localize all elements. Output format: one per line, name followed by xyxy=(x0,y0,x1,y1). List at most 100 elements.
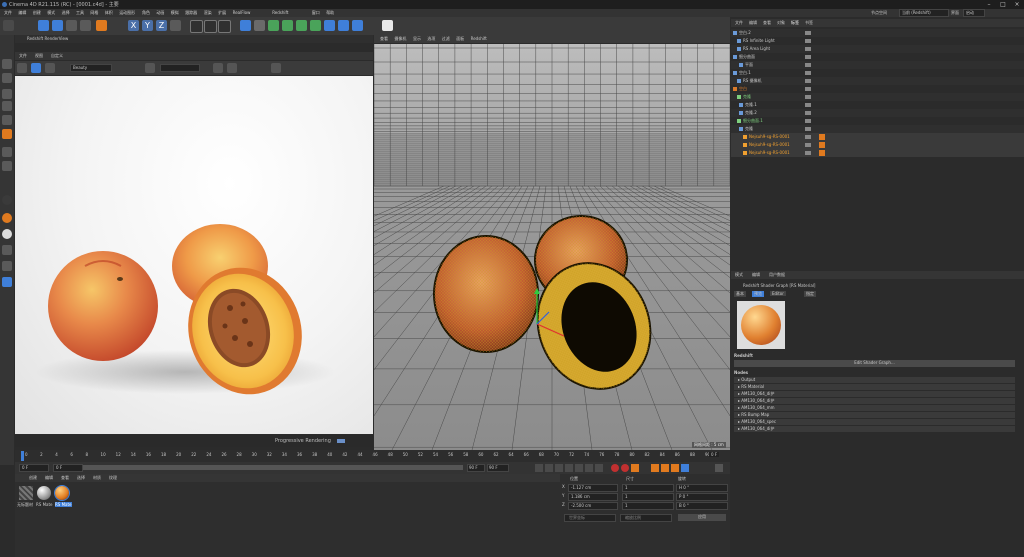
coord-pos-field[interactable]: 1.186 cm xyxy=(568,493,618,501)
layout-select[interactable]: 启动 xyxy=(963,9,985,17)
attribute-node-row[interactable]: ▸ AM130_064_di护 xyxy=(734,391,1015,397)
rv-ipr-icon[interactable] xyxy=(45,63,55,73)
apply-button[interactable]: 应用 xyxy=(678,514,726,521)
recent-tool-icon[interactable] xyxy=(96,20,107,31)
prev-frame-icon[interactable] xyxy=(555,464,563,472)
menu-item[interactable]: 模拟 xyxy=(171,10,179,16)
coord-size-field[interactable]: 1 xyxy=(622,502,674,510)
start-frame-field[interactable]: 0 F xyxy=(19,464,49,472)
object-row[interactable]: 克隆 xyxy=(731,125,1024,133)
end-frame-field[interactable]: 90 F xyxy=(467,464,485,472)
rv-lock-icon[interactable] xyxy=(213,63,223,73)
object-row[interactable]: RS Area Light xyxy=(731,45,1024,53)
object-row[interactable]: Nejsuh9-sg-RS-0001 xyxy=(731,141,1024,149)
object-row[interactable]: RS 摄像机 xyxy=(731,77,1024,85)
key-position-icon[interactable] xyxy=(651,464,659,472)
menu-item[interactable]: 模式 xyxy=(47,10,55,16)
material-menu-item[interactable]: 编辑 xyxy=(45,475,53,481)
light-icon[interactable] xyxy=(382,20,393,31)
menu-item[interactable]: Redshift xyxy=(272,10,288,15)
max-frame-field[interactable]: 90 F xyxy=(487,464,509,472)
object-row[interactable]: 空白.1 xyxy=(731,69,1024,77)
rv-menu-view[interactable]: 视图 xyxy=(35,53,43,59)
object-row[interactable]: 克隆.2 xyxy=(731,109,1024,117)
timeline-ruler[interactable]: 0 2 4 6 8 10 12 14 16 18 20 22 24 26 28 30 32 34 36 38 40 42 4… xyxy=(15,450,730,462)
visibility-dots-icon[interactable] xyxy=(805,31,811,35)
viewport-menu-item[interactable]: 面板 xyxy=(456,36,464,42)
menu-item[interactable]: 渲染 xyxy=(204,10,212,16)
object-row[interactable]: 克隆.1 xyxy=(731,101,1024,109)
coordinate-system-icon[interactable] xyxy=(170,20,181,31)
attribute-subtab[interactable]: Editor xyxy=(770,291,786,296)
visibility-dots-icon[interactable] xyxy=(805,87,811,91)
node-space-select[interactable]: 当前 (Redshift) xyxy=(899,9,949,17)
attribute-menu-item[interactable]: 用户数据 xyxy=(769,272,785,278)
viewport-menu-item[interactable]: Redshift xyxy=(471,36,487,41)
close-button[interactable]: × xyxy=(1010,0,1024,9)
visibility-dots-icon[interactable] xyxy=(805,103,811,107)
material-menu-item[interactable]: 纹理 xyxy=(109,475,117,481)
snap-icon[interactable] xyxy=(2,161,12,171)
object-menu-item[interactable]: 文件 xyxy=(735,20,743,26)
menu-item[interactable]: 选择 xyxy=(62,10,70,16)
visibility-dots-icon[interactable] xyxy=(805,95,811,99)
object-menu-item[interactable]: 查看 xyxy=(763,20,771,26)
attribute-subtab[interactable]: 预览 xyxy=(752,291,764,297)
material-swatch-rs-1[interactable] xyxy=(37,486,51,500)
maximize-button[interactable]: □ xyxy=(996,0,1010,9)
size-mode-select[interactable]: 缩放比例 xyxy=(620,514,672,522)
prev-key-icon[interactable] xyxy=(545,464,553,472)
menu-item[interactable]: 帮助 xyxy=(326,10,334,16)
key-param-icon[interactable] xyxy=(681,464,689,472)
material-tag-icon[interactable] xyxy=(819,150,825,156)
visibility-dots-icon[interactable] xyxy=(805,47,811,51)
min-frame-field[interactable]: 0 F xyxy=(53,464,83,472)
render-view-icon[interactable] xyxy=(190,20,203,33)
menu-item[interactable]: 工具 xyxy=(76,10,84,16)
record-icon[interactable] xyxy=(611,464,619,472)
material-swatch-default[interactable] xyxy=(19,486,33,500)
attribute-menu-item[interactable]: 编辑 xyxy=(752,272,760,278)
material-menu-item[interactable]: 材质 xyxy=(93,475,101,481)
axis-mode-icon[interactable] xyxy=(2,147,12,157)
material-tag-icon[interactable] xyxy=(819,142,825,148)
live-select-icon[interactable] xyxy=(38,20,49,31)
coord-pos-field[interactable]: -2.500 cm xyxy=(568,502,618,510)
timeline-window-icon[interactable] xyxy=(715,464,723,472)
menu-item[interactable]: 角色 xyxy=(142,10,150,16)
points-mode-icon[interactable] xyxy=(2,89,12,99)
coord-size-field[interactable]: 1 xyxy=(622,484,674,492)
make-editable-icon[interactable] xyxy=(2,59,12,69)
attribute-node-row[interactable]: ▸ Output xyxy=(734,377,1015,383)
viewport-menu-item[interactable]: 摄像机 xyxy=(394,36,406,42)
viewport-menu-item[interactable]: 过滤 xyxy=(442,36,450,42)
menu-item[interactable]: 体积 xyxy=(105,10,113,16)
viewport-solo-icon[interactable] xyxy=(2,277,12,287)
attribute-node-row[interactable]: ▸ AM130_064_spec xyxy=(734,419,1015,425)
time-range-slider[interactable] xyxy=(83,465,463,470)
menu-item[interactable]: 编辑 xyxy=(18,10,26,16)
visibility-dots-icon[interactable] xyxy=(805,143,811,147)
visibility-dots-icon[interactable] xyxy=(805,63,811,67)
attribute-menu-item[interactable]: 模式 xyxy=(735,272,743,278)
object-row[interactable]: 平面 xyxy=(731,61,1024,69)
object-row[interactable]: 克隆 xyxy=(731,93,1024,101)
next-frame-icon[interactable] xyxy=(575,464,583,472)
goto-end-icon[interactable] xyxy=(595,464,603,472)
polygons-mode-icon[interactable] xyxy=(2,115,12,125)
rv-crop-icon[interactable] xyxy=(145,63,155,73)
rv-settings-icon[interactable] xyxy=(271,63,281,73)
menu-item[interactable]: 窗口 xyxy=(312,10,320,16)
attribute-subtab[interactable]: 基本 xyxy=(734,291,746,297)
object-row[interactable]: 空白 xyxy=(731,85,1024,93)
coord-mode-select[interactable]: 世界坐标 xyxy=(564,514,616,522)
model-mode-icon[interactable] xyxy=(2,129,12,139)
object-row[interactable]: Nejsuh9-sg-RS-0001 xyxy=(731,149,1024,157)
attribute-subtab[interactable]: 指定 xyxy=(804,291,816,297)
edges-mode-icon[interactable] xyxy=(2,101,12,111)
object-menu-item[interactable]: 对象 xyxy=(777,20,785,26)
attribute-node-row[interactable]: ▸ AM130_064_mm xyxy=(734,405,1015,411)
current-frame-field[interactable]: 0 F xyxy=(709,452,720,457)
menu-item[interactable]: RealFlow xyxy=(233,10,251,15)
material-menu-item[interactable]: 查看 xyxy=(61,475,69,481)
